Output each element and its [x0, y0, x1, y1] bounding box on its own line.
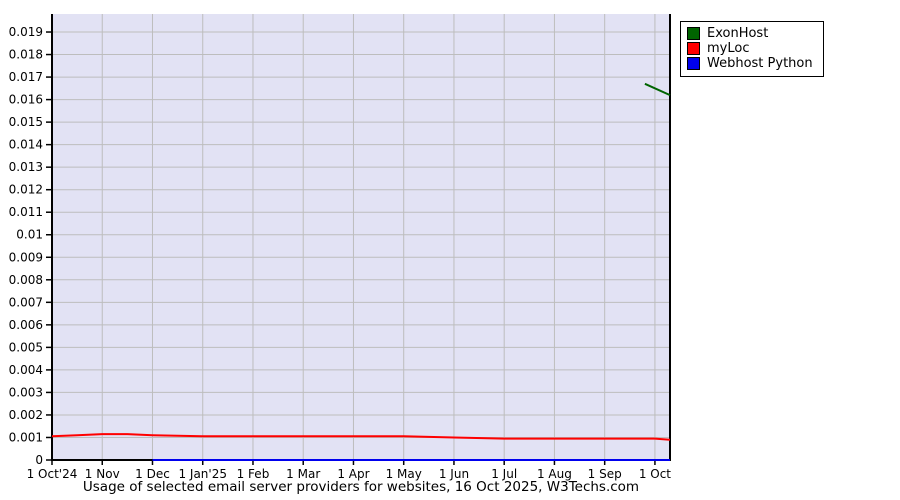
legend-item-myloc: myLoc [687, 41, 813, 56]
legend-swatch-icon [687, 57, 700, 70]
legend-item-exonhost: ExonHost [687, 26, 813, 41]
y-tick-label: 0.015 [9, 115, 43, 129]
y-tick-label: 0.003 [9, 385, 43, 399]
legend-swatch-icon [687, 42, 700, 55]
y-tick-label: 0.005 [9, 340, 43, 354]
y-tick-label: 0.014 [9, 138, 43, 152]
y-tick-label: 0.012 [9, 183, 43, 197]
y-tick-label: 0.006 [9, 318, 43, 332]
y-tick-label: 0.008 [9, 273, 43, 287]
legend-label: Webhost Python [707, 56, 813, 71]
y-tick-label: 0.001 [9, 430, 43, 444]
legend-swatch-icon [687, 27, 700, 40]
legend-label: ExonHost [707, 26, 769, 41]
y-tick-label: 0.002 [9, 408, 43, 422]
y-tick-label: 0.019 [9, 25, 43, 39]
y-tick-label: 0 [35, 453, 43, 467]
y-tick-label: 0.007 [9, 295, 43, 309]
legend: ExonHost myLoc Webhost Python [680, 21, 824, 77]
y-tick-label: 0.01 [16, 228, 43, 242]
legend-label: myLoc [707, 41, 750, 56]
legend-item-webhost-python: Webhost Python [687, 56, 813, 71]
chart-canvas: 0 0.001 0.002 0.003 0.004 0.005 0.006 0.007 0.00… [0, 0, 900, 500]
y-tick-label: 0.011 [9, 205, 43, 219]
plot-area [52, 14, 670, 460]
y-tick-label: 0.013 [9, 160, 43, 174]
chart-title: Usage of selected email server providers… [82, 479, 640, 495]
y-tick-label: 0.009 [9, 250, 43, 264]
y-tick-label: 0.016 [9, 93, 43, 107]
y-tick-label: 0.004 [9, 363, 43, 377]
y-tick-label: 0.017 [9, 70, 43, 84]
y-tick-label: 0.018 [9, 48, 43, 62]
